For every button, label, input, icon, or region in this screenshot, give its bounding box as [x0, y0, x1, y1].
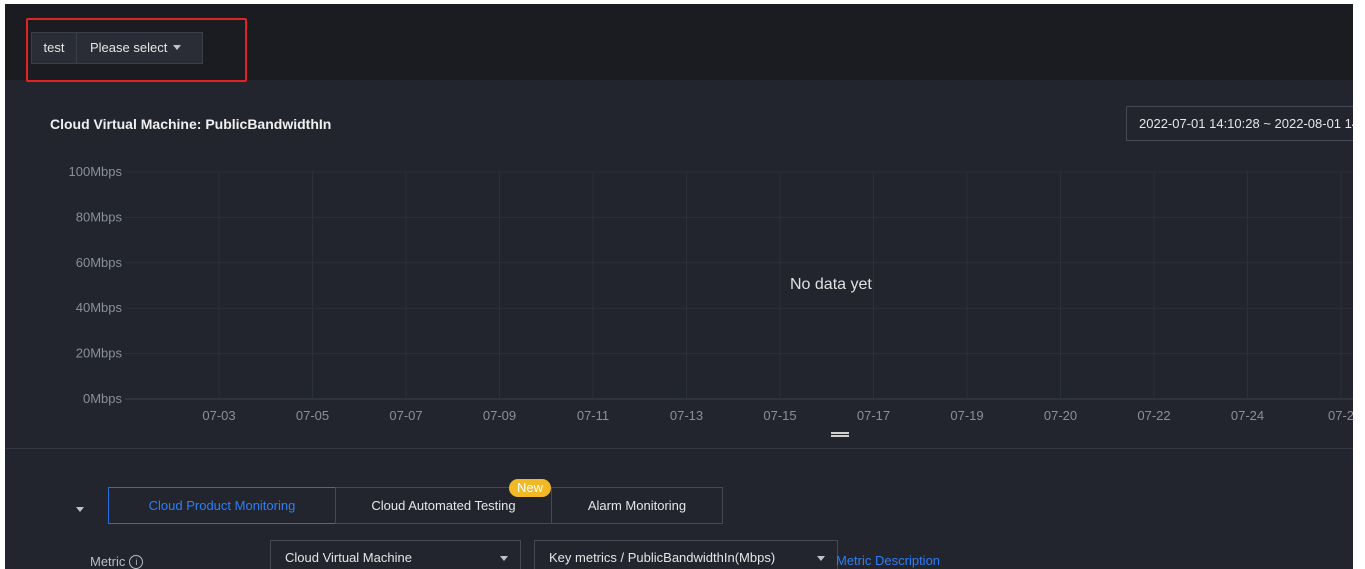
x-tick-label: 07-22 — [1137, 408, 1170, 423]
x-tick-label: 07-07 — [389, 408, 422, 423]
x-tick-label: 07-09 — [483, 408, 516, 423]
info-icon[interactable]: i — [129, 554, 144, 569]
chart-title: Cloud Virtual Machine: PublicBandwidthIn — [50, 116, 332, 132]
metric-label: Metric i — [90, 554, 144, 569]
collapse-icon[interactable] — [76, 507, 84, 512]
x-tick-label: 07-13 — [670, 408, 703, 423]
y-tick-label: 60Mbps — [76, 255, 123, 270]
resize-handle[interactable] — [831, 432, 849, 437]
chevron-down-icon — [817, 556, 825, 561]
y-tick-label: 0Mbps — [83, 391, 123, 406]
y-tick-label: 40Mbps — [76, 300, 123, 315]
x-tick-label: 07-2 — [1328, 408, 1353, 423]
x-tick-label: 07-17 — [857, 408, 890, 423]
monitoring-panel: test Please select Cloud Virtual Machine… — [5, 4, 1353, 569]
product-select[interactable]: Cloud Virtual Machine — [270, 540, 521, 569]
tab-alarm-monitoring[interactable]: Alarm Monitoring — [551, 487, 723, 524]
x-tick-label: 07-19 — [950, 408, 983, 423]
product-select-value: Cloud Virtual Machine — [285, 550, 412, 565]
x-tick-label: 07-11 — [577, 408, 609, 423]
metric-description-link[interactable]: Metric Description — [836, 553, 956, 568]
new-badge: New — [509, 479, 551, 497]
tab-cloud-product-monitoring[interactable]: Cloud Product Monitoring — [108, 487, 336, 524]
time-range-picker[interactable]: 2022-07-01 14:10:28 ~ 2022-08-01 14:10:2… — [1126, 106, 1353, 141]
section-divider — [5, 448, 1353, 449]
x-tick-label: 07-03 — [202, 408, 235, 423]
x-tick-label: 07-15 — [763, 408, 796, 423]
metric-select-value: Key metrics / PublicBandwidthIn(Mbps) — [549, 550, 776, 565]
y-tick-label: 80Mbps — [76, 209, 123, 224]
metric-select[interactable]: Key metrics / PublicBandwidthIn(Mbps) — [534, 540, 838, 569]
no-data-text: No data yet — [790, 276, 872, 293]
y-tick-label: 100Mbps — [69, 164, 123, 179]
metric-label-text: Metric — [90, 554, 126, 569]
bandwidth-chart: 100Mbps 80Mbps 60Mbps 40Mbps 20Mbps 0Mbps 07-0… — [69, 164, 1353, 423]
x-tick-label: 07-24 — [1231, 408, 1264, 423]
x-tick-label: 07-05 — [296, 408, 329, 423]
x-tick-label: 07-20 — [1044, 408, 1077, 423]
highlight-annotation — [26, 18, 247, 82]
chevron-down-icon — [500, 556, 508, 561]
y-tick-label: 20Mbps — [76, 346, 123, 361]
